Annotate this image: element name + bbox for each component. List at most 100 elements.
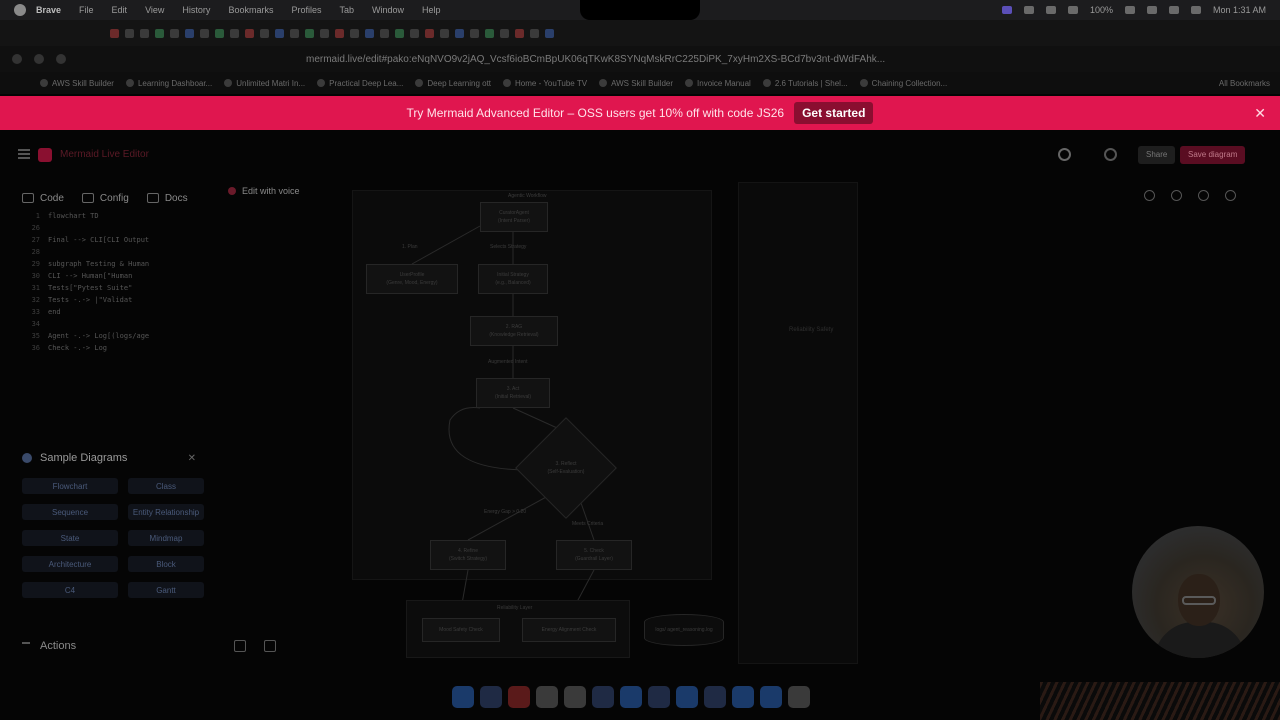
sample-entity-relationship[interactable]: Entity Relationship <box>128 504 204 520</box>
node-refine[interactable]: 4. Refine (Switch Strategy) <box>430 540 506 570</box>
launchpad-icon[interactable] <box>480 686 502 708</box>
menu-profiles[interactable]: Profiles <box>291 5 321 15</box>
menu-help[interactable]: Help <box>422 5 441 15</box>
trash-icon[interactable] <box>788 686 810 708</box>
bookmark-item[interactable]: Home - YouTube TV <box>503 79 587 88</box>
menu-file[interactable]: File <box>79 5 94 15</box>
tab-favicon[interactable] <box>395 28 404 38</box>
sample-state[interactable]: State <box>22 530 118 546</box>
tab-favicon[interactable] <box>365 28 374 38</box>
app-store-icon[interactable] <box>732 686 754 708</box>
tab-favicon[interactable] <box>545 28 554 38</box>
tab-favicon[interactable] <box>500 28 509 38</box>
tab-favicon[interactable] <box>350 28 359 38</box>
bookmark-item[interactable]: 2.6 Tutorials | Shel... <box>762 79 848 88</box>
menu-app-name[interactable]: Brave <box>36 5 61 15</box>
grid-icon[interactable] <box>264 640 276 652</box>
node-log-database[interactable]: logs/ agent_reasoning.log <box>644 614 724 646</box>
node-user-profile[interactable]: UserProfile (Genre, Mood, Energy) <box>366 264 458 294</box>
battery-icon[interactable] <box>1124 6 1135 14</box>
tab-favicon[interactable] <box>470 28 479 38</box>
sample-diagrams-header[interactable]: Sample Diagrams ✕ <box>16 452 202 464</box>
zoom-out-icon[interactable] <box>1171 190 1182 201</box>
tab-favicon[interactable] <box>125 28 134 38</box>
tab-favicon[interactable] <box>455 28 464 38</box>
expand-icon[interactable] <box>1225 190 1236 201</box>
app-brand[interactable]: Mermaid Live Editor <box>60 149 149 160</box>
tab-favicon[interactable] <box>530 28 539 38</box>
finder-icon[interactable] <box>452 686 474 708</box>
sample-sequence[interactable]: Sequence <box>22 504 118 520</box>
clock[interactable]: Mon 1:31 AM <box>1213 5 1266 15</box>
bookmark-item[interactable]: Unlimited Matri In... <box>224 79 305 88</box>
zoom-in-icon[interactable] <box>1198 190 1209 201</box>
node-energy-alignment-check[interactable]: Energy Alignment Check <box>522 618 616 642</box>
tab-favicon[interactable] <box>425 28 434 38</box>
node-act[interactable]: 3. Act (Initial Retrieval) <box>476 378 550 408</box>
bookmark-item[interactable]: Practical Deep Lea... <box>317 79 403 88</box>
bookmark-item[interactable]: AWS Skill Builder <box>599 79 673 88</box>
tab-config[interactable]: Config <box>81 190 129 206</box>
control-center-icon[interactable] <box>1190 6 1201 14</box>
tab-favicon[interactable] <box>230 28 239 38</box>
bookmark-item[interactable]: AWS Skill Builder <box>40 79 114 88</box>
edit-with-voice-button[interactable]: Edit with voice <box>228 186 300 196</box>
node-curator-agent[interactable]: CuratorAgent (Intent Parser) <box>480 202 548 232</box>
close-icon[interactable]: ✕ <box>1254 105 1266 122</box>
actions-section[interactable]: Actions <box>22 640 76 652</box>
sample-architecture[interactable]: Architecture <box>22 556 118 572</box>
bookmark-item[interactable]: Deep Learning ott <box>415 79 491 88</box>
tab-favicon[interactable] <box>305 28 314 38</box>
tab-favicon[interactable] <box>485 28 494 38</box>
tab-favicon[interactable] <box>215 28 224 38</box>
back-icon[interactable] <box>12 54 22 64</box>
search-icon[interactable] <box>1168 6 1179 14</box>
mermaid-logo[interactable] <box>38 148 52 162</box>
collapse-icon[interactable]: ✕ <box>188 453 196 464</box>
tab-favicon[interactable] <box>440 28 449 38</box>
get-started-button[interactable]: Get started <box>794 102 874 124</box>
hamburger-menu-icon[interactable] <box>18 149 30 159</box>
tab-favicon[interactable] <box>275 28 284 38</box>
apple-icon[interactable] <box>14 4 26 16</box>
node-check[interactable]: 5. Check (Guardrail Layer) <box>556 540 632 570</box>
app-icon[interactable] <box>648 686 670 708</box>
tab-favicon[interactable] <box>245 28 254 38</box>
sample-flowchart[interactable]: Flowchart <box>22 478 118 494</box>
menu-view[interactable]: View <box>145 5 164 15</box>
sample-gantt[interactable]: Gantt <box>128 582 204 598</box>
chrome-icon[interactable] <box>536 686 558 708</box>
menu-bookmarks[interactable]: Bookmarks <box>228 5 273 15</box>
menu-history[interactable]: History <box>182 5 210 15</box>
forward-icon[interactable] <box>34 54 44 64</box>
bookmark-item[interactable]: Chaining Collection... <box>859 79 947 88</box>
tab-favicon[interactable] <box>290 28 299 38</box>
tab-code[interactable]: Code <box>22 190 64 206</box>
node-rag[interactable]: 2. RAG (Knowledge Retrieval) <box>470 316 558 346</box>
sample-block[interactable]: Block <box>128 556 204 572</box>
sample-mindmap[interactable]: Mindmap <box>128 530 204 546</box>
code-editor[interactable]: 1 flowchart TD 26 27 Final --> CLI[CLI Ou… <box>22 212 206 362</box>
tab-favicon[interactable] <box>185 28 194 38</box>
tab-favicon[interactable] <box>380 28 389 38</box>
url-field[interactable]: mermaid.live/edit#pako:eNqNVO9v2jAQ_Vcsf… <box>306 54 916 65</box>
node-initial-strategy[interactable]: Initial Strategy (e.g., Balanced) <box>478 264 548 294</box>
sample-class[interactable]: Class <box>128 478 204 494</box>
tab-favicon[interactable] <box>200 28 209 38</box>
system-settings-icon[interactable] <box>760 686 782 708</box>
share-button[interactable]: Share <box>1138 146 1176 164</box>
menu-window[interactable]: Window <box>372 5 404 15</box>
tab-favicon[interactable] <box>170 28 179 38</box>
brave-icon[interactable] <box>508 686 530 708</box>
menu-tab[interactable]: Tab <box>339 5 354 15</box>
tab-favicon[interactable] <box>320 28 329 38</box>
bluetooth-icon[interactable] <box>1067 6 1078 14</box>
screen-record-icon[interactable] <box>1001 6 1012 14</box>
github-icon[interactable] <box>1058 148 1071 161</box>
tv-icon[interactable] <box>704 686 726 708</box>
sample-c4[interactable]: C4 <box>22 582 118 598</box>
bookmark-item[interactable]: Invoice Manual <box>685 79 751 88</box>
fit-screen-icon[interactable] <box>1144 190 1155 201</box>
tab-favicon[interactable] <box>140 28 149 38</box>
tab-favicon[interactable] <box>260 28 269 38</box>
